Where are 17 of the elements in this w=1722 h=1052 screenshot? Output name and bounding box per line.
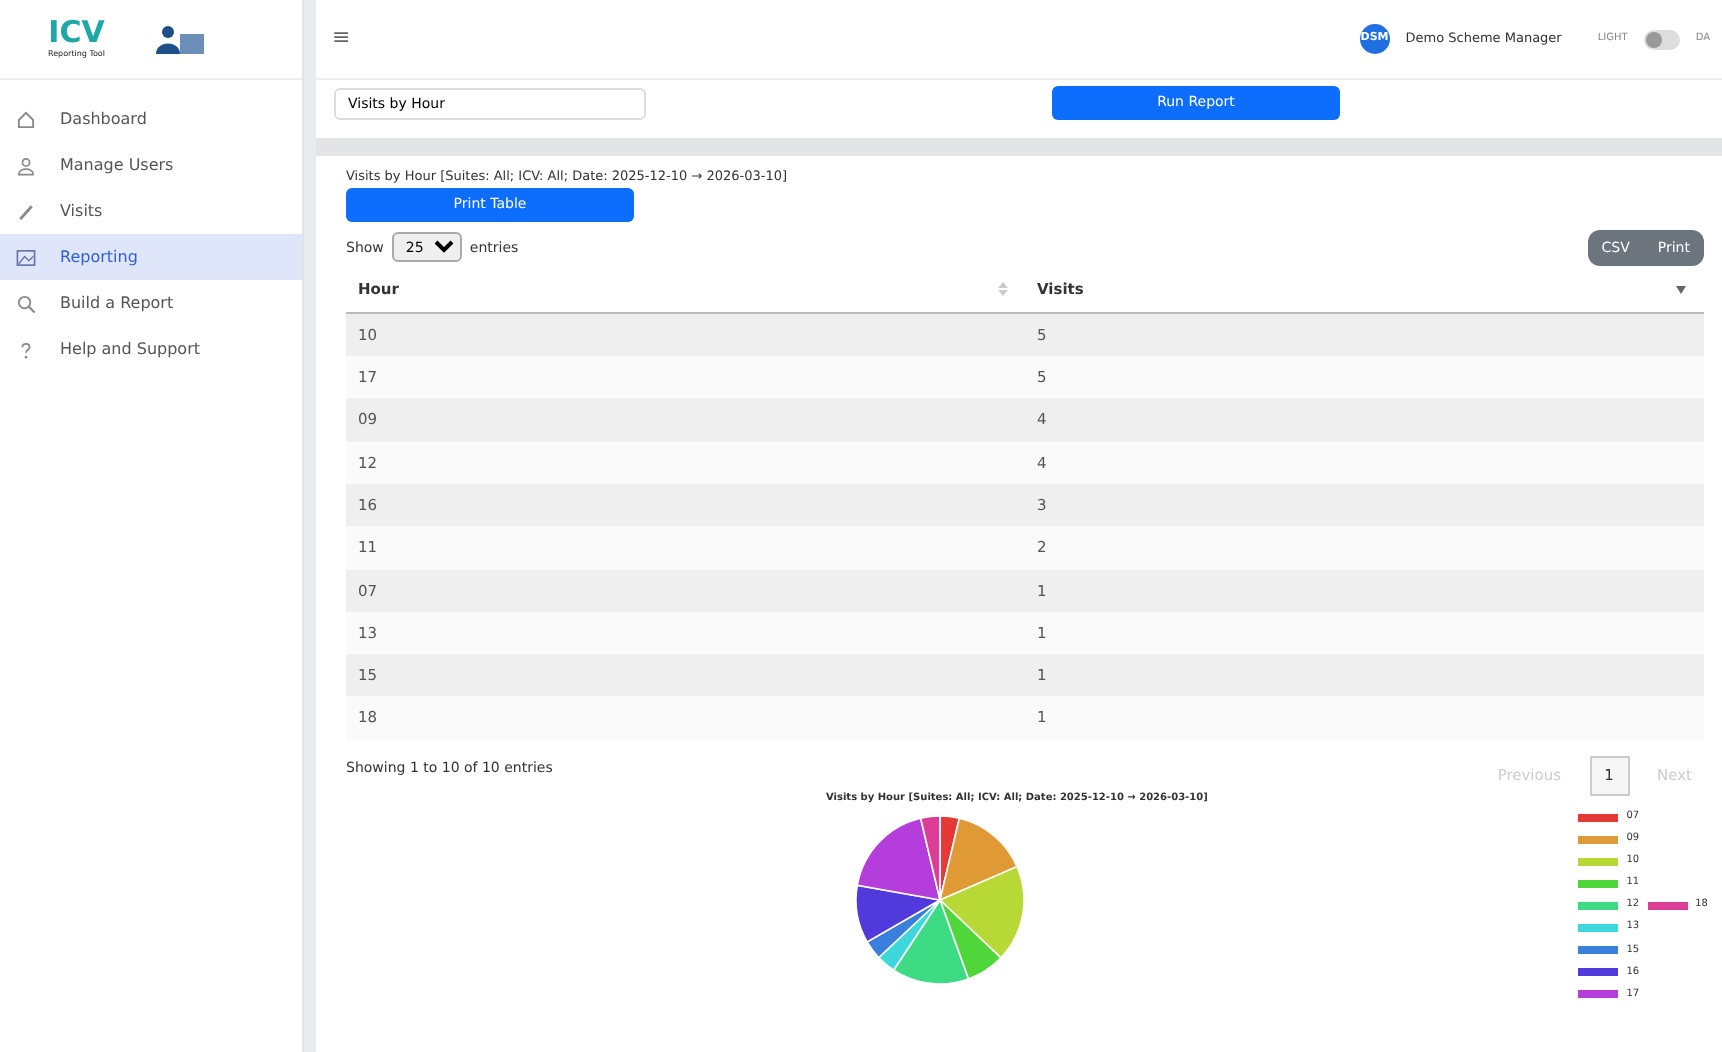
question-mark-icon (16, 339, 36, 359)
sidebar-item[interactable]: Build a Report (0, 280, 302, 326)
pencil-icon (16, 201, 36, 221)
image-icon (16, 247, 36, 267)
sidebar-item[interactable]: Dashboard (0, 96, 302, 142)
sidebar-item[interactable]: Help and Support (0, 326, 302, 372)
user-icon (16, 155, 36, 175)
sort-descending-icon[interactable] (1676, 282, 1686, 296)
sidebar-item[interactable]: Visits (0, 188, 302, 234)
staff-emblem-icon (153, 23, 205, 55)
sort-icon[interactable] (997, 282, 1007, 296)
theme-toggle[interactable] (1643, 29, 1680, 49)
sidebar-item[interactable]: Manage Users (0, 142, 302, 188)
home-icon (16, 109, 36, 129)
menu-icon[interactable]: ≡ (332, 22, 351, 56)
search-icon (16, 293, 36, 313)
sidebar-item[interactable]: Reporting (0, 234, 302, 280)
